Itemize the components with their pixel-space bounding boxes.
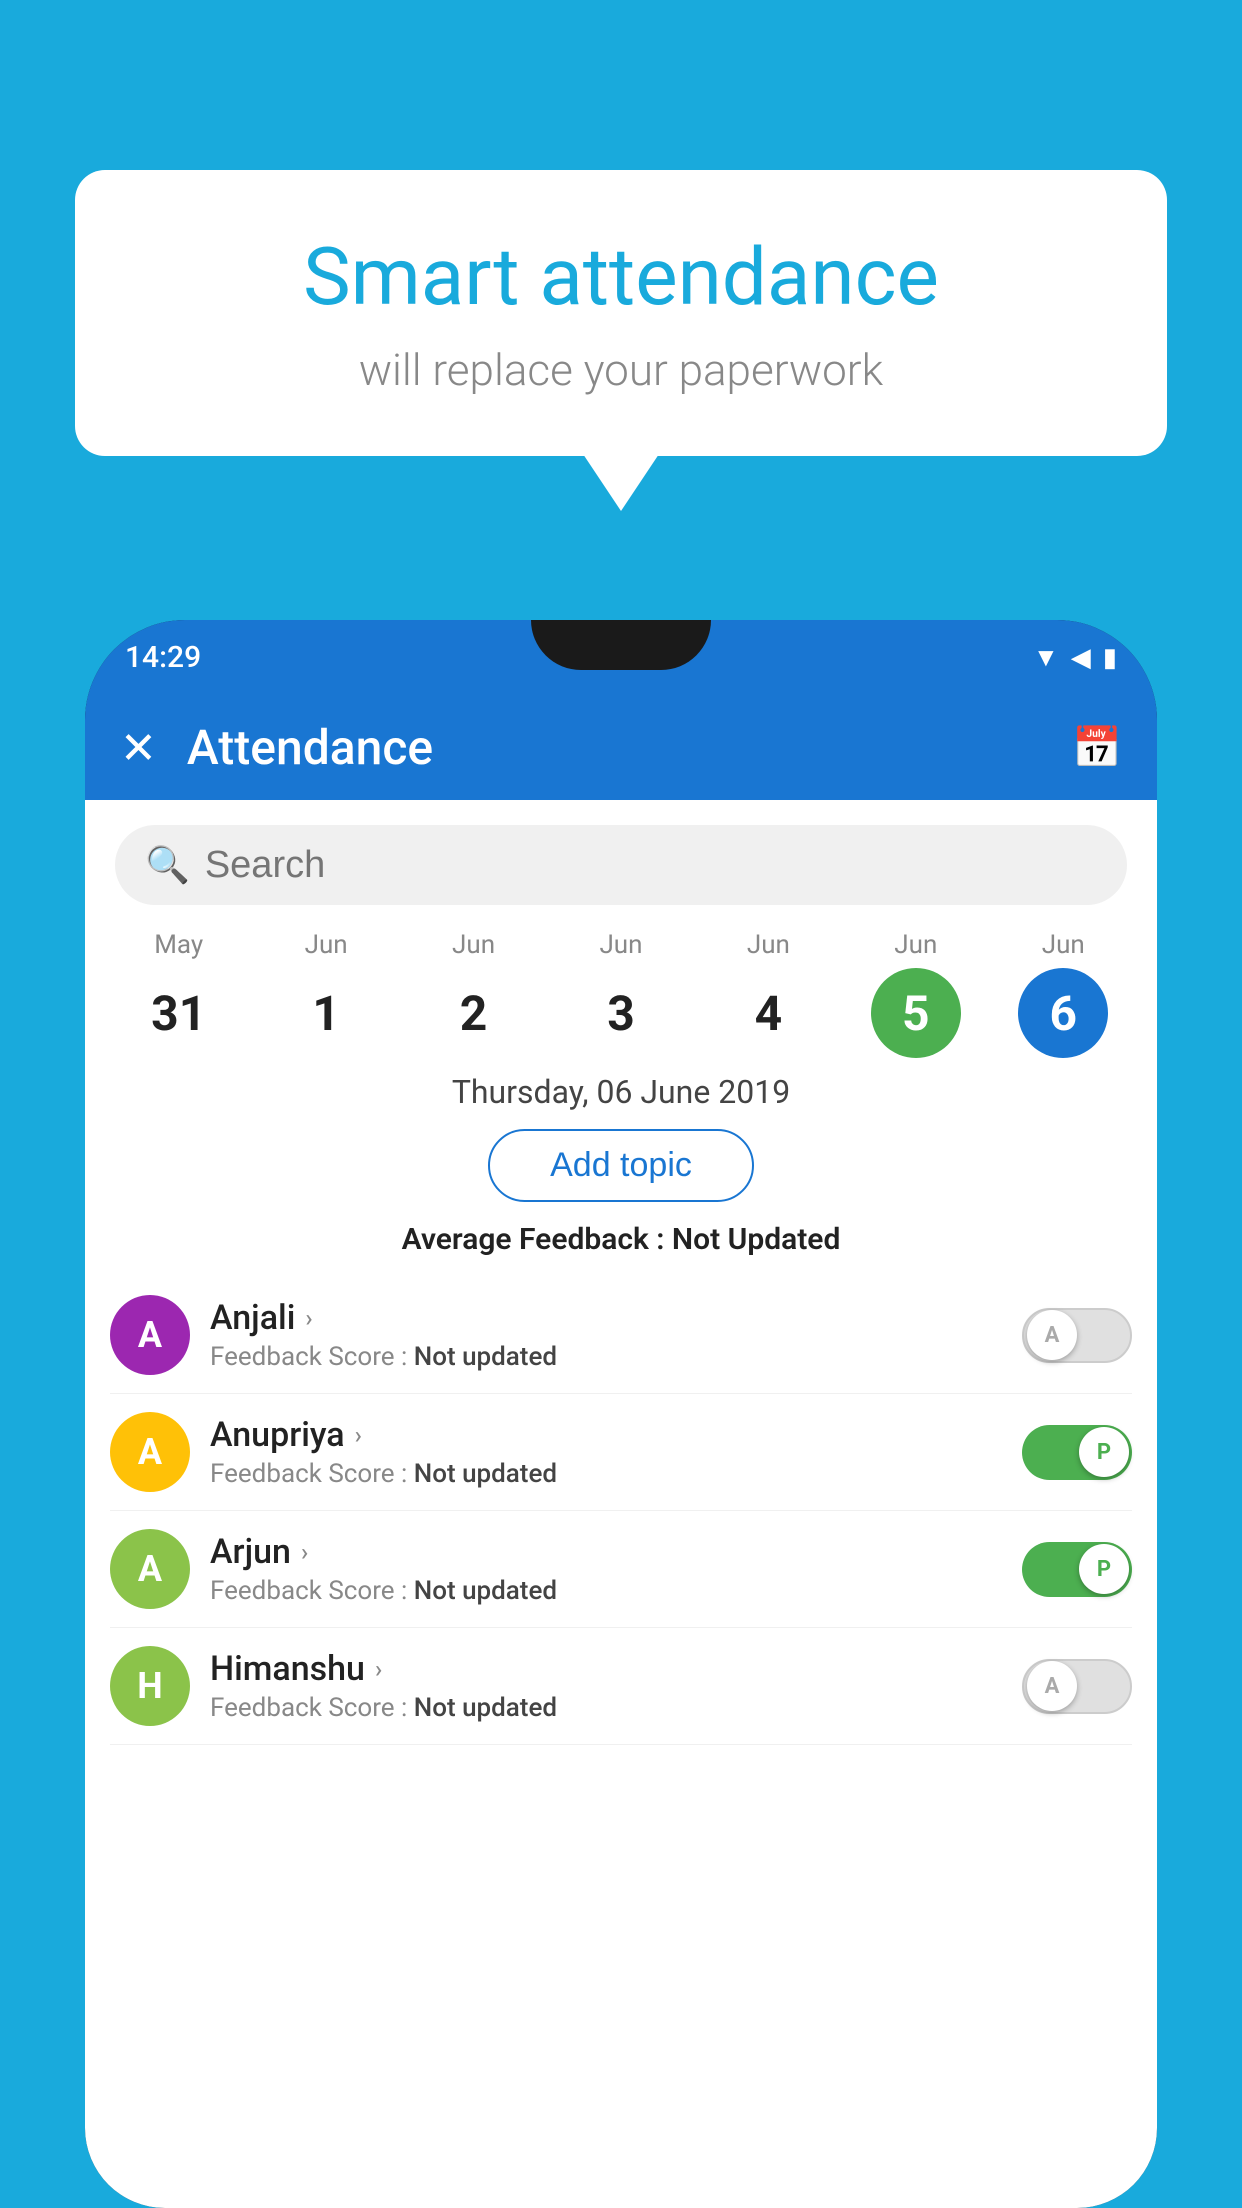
- date-month: Jun: [894, 930, 937, 960]
- date-item[interactable]: Jun 1: [252, 930, 399, 1058]
- search-icon: 🔍: [145, 844, 190, 886]
- phone-frame: 14:29 ▼ ◀ ▮ ✕ Attendance 📅 🔍 May31Jun1Ju…: [85, 620, 1157, 2208]
- student-info: Himanshu › Feedback Score : Not updated: [210, 1649, 1002, 1723]
- calendar-icon[interactable]: 📅: [1072, 724, 1122, 771]
- student-list: AAnjali ›Feedback Score : Not updatedAAA…: [85, 1277, 1157, 1745]
- status-bar: 14:29 ▼ ◀ ▮: [85, 620, 1157, 695]
- phone-content: 🔍 May 31 Jun 1 Jun 2 Jun 3 Jun 4 Jun 5 Jun 6 Thursday…: [85, 800, 1157, 2208]
- date-number[interactable]: 1: [281, 968, 371, 1058]
- date-item[interactable]: Jun 3: [547, 930, 694, 1058]
- list-item: A Anupriya › Feedback Score : Not updated P: [110, 1394, 1132, 1511]
- chevron-right-icon: ›: [305, 1304, 312, 1332]
- date-strip: May 31 Jun 1 Jun 2 Jun 3 Jun 4 Jun 5 Jun 6: [85, 930, 1157, 1058]
- attendance-toggle[interactable]: P: [1022, 1425, 1132, 1480]
- avatar: H: [110, 1646, 190, 1726]
- date-month: Jun: [599, 930, 642, 960]
- date-number[interactable]: 5: [871, 968, 961, 1058]
- avg-feedback-label: Average Feedback :: [402, 1222, 665, 1257]
- status-icons: ▼ ◀ ▮: [1033, 642, 1117, 673]
- attendance-toggle[interactable]: A: [1022, 1659, 1132, 1714]
- list-item: A Anjali › Feedback Score : Not updated A: [110, 1277, 1132, 1394]
- list-item: H Himanshu › Feedback Score : Not updated A: [110, 1628, 1132, 1745]
- attendance-toggle[interactable]: P: [1022, 1542, 1132, 1597]
- speech-bubble: Smart attendance will replace your paper…: [75, 170, 1167, 456]
- date-number[interactable]: 31: [134, 968, 224, 1058]
- date-number[interactable]: 2: [429, 968, 519, 1058]
- avg-feedback-value: Not Updated: [672, 1222, 840, 1257]
- student-name[interactable]: Himanshu ›: [210, 1649, 1002, 1689]
- app-header: ✕ Attendance 📅: [85, 695, 1157, 800]
- speech-bubble-title: Smart attendance: [155, 230, 1087, 324]
- date-month: Jun: [305, 930, 348, 960]
- chevron-right-icon: ›: [375, 1655, 382, 1683]
- date-item[interactable]: May 31: [105, 930, 252, 1058]
- date-month: Jun: [1042, 930, 1085, 960]
- status-time: 14:29: [125, 640, 201, 675]
- student-feedback: Feedback Score : Not updated: [210, 1342, 1002, 1372]
- battery-icon: ▮: [1103, 643, 1117, 673]
- date-number[interactable]: 4: [723, 968, 813, 1058]
- avatar: A: [110, 1529, 190, 1609]
- date-item[interactable]: Jun 2: [400, 930, 547, 1058]
- toggle-knob: P: [1079, 1544, 1129, 1594]
- avatar: A: [110, 1295, 190, 1375]
- close-button[interactable]: ✕: [120, 722, 157, 774]
- student-feedback: Feedback Score : Not updated: [210, 1693, 1002, 1723]
- toggle-knob: A: [1027, 1661, 1077, 1711]
- search-bar[interactable]: 🔍: [115, 825, 1127, 905]
- student-feedback: Feedback Score : Not updated: [210, 1459, 1002, 1489]
- add-topic-button[interactable]: Add topic: [488, 1129, 754, 1202]
- date-number[interactable]: 3: [576, 968, 666, 1058]
- date-month: May: [154, 930, 203, 960]
- header-title: Attendance: [187, 719, 1042, 776]
- date-number[interactable]: 6: [1018, 968, 1108, 1058]
- toggle-knob: A: [1027, 1310, 1077, 1360]
- student-info: Anupriya › Feedback Score : Not updated: [210, 1415, 1002, 1489]
- date-item[interactable]: Jun 6: [990, 930, 1137, 1058]
- signal-icon: ◀: [1071, 643, 1091, 673]
- speech-bubble-subtitle: will replace your paperwork: [155, 344, 1087, 396]
- search-input[interactable]: [205, 844, 1097, 887]
- toggle-knob: P: [1079, 1427, 1129, 1477]
- student-feedback: Feedback Score : Not updated: [210, 1576, 1002, 1606]
- avatar: A: [110, 1412, 190, 1492]
- chevron-right-icon: ›: [301, 1538, 308, 1566]
- average-feedback: Average Feedback : Not Updated: [85, 1222, 1157, 1257]
- student-info: Anjali › Feedback Score : Not updated: [210, 1298, 1002, 1372]
- attendance-toggle[interactable]: A: [1022, 1308, 1132, 1363]
- wifi-icon: ▼: [1033, 642, 1059, 673]
- selected-date-label: Thursday, 06 June 2019: [85, 1073, 1157, 1111]
- list-item: A Arjun › Feedback Score : Not updated P: [110, 1511, 1132, 1628]
- date-month: Jun: [452, 930, 495, 960]
- date-item[interactable]: Jun 4: [695, 930, 842, 1058]
- date-item[interactable]: Jun 5: [842, 930, 989, 1058]
- student-name[interactable]: Arjun ›: [210, 1532, 1002, 1572]
- student-name[interactable]: Anupriya ›: [210, 1415, 1002, 1455]
- student-name[interactable]: Anjali ›: [210, 1298, 1002, 1338]
- student-info: Arjun › Feedback Score : Not updated: [210, 1532, 1002, 1606]
- date-month: Jun: [747, 930, 790, 960]
- chevron-right-icon: ›: [355, 1421, 362, 1449]
